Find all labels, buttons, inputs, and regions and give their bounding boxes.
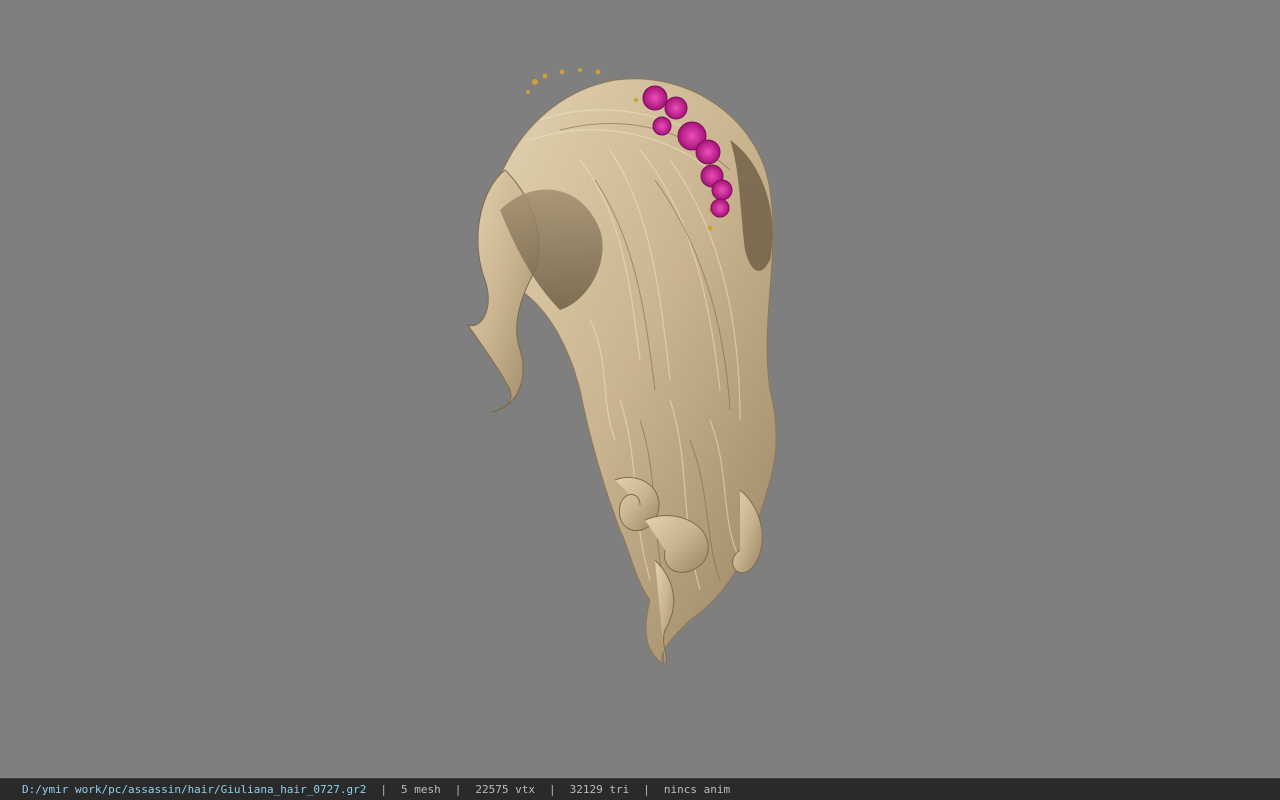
vertex-count-label: 22575 vtx — [475, 783, 535, 796]
status-bar: D:/ymir work/pc/assassin/hair/Giuliana_h… — [0, 778, 1280, 800]
hair-back — [489, 78, 777, 666]
status-separator: | — [380, 783, 387, 796]
file-path-label: D:/ymir work/pc/assassin/hair/Giuliana_h… — [22, 783, 367, 796]
3d-viewport[interactable] — [0, 0, 1280, 778]
status-separator: | — [454, 783, 462, 796]
anim-status-label: nincs anim — [663, 783, 731, 796]
status-separator: | — [548, 783, 556, 796]
mesh-count-label: 5 mesh — [401, 783, 441, 796]
triangle-count-label: 32129 tri — [569, 783, 630, 796]
status-separator: | — [643, 783, 650, 796]
hair-model-render — [466, 68, 777, 666]
